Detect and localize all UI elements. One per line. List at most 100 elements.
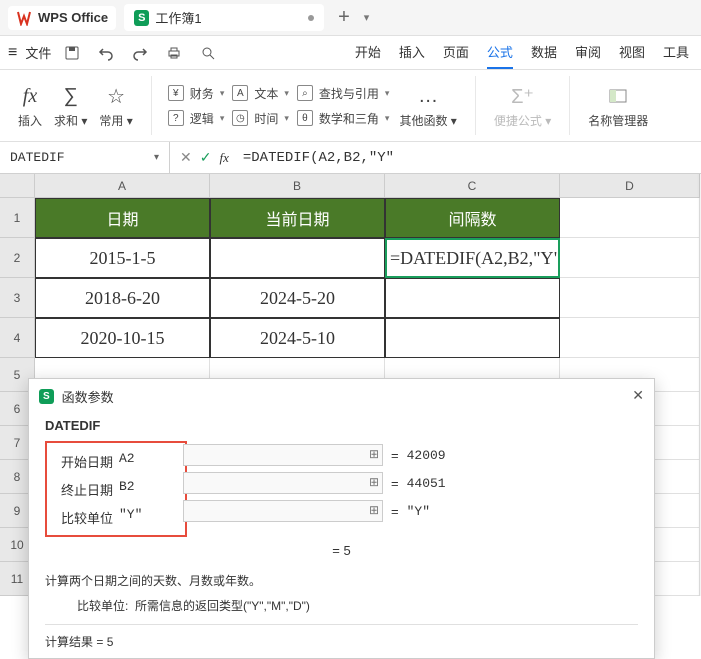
insert-function-button[interactable]: fx 插入 (12, 82, 48, 129)
row-header-4[interactable]: 4 (0, 318, 35, 358)
range-picker-icon[interactable]: ⊞ (369, 475, 379, 489)
row-header-3[interactable]: 3 (0, 278, 35, 318)
col-header-B[interactable]: B (210, 174, 385, 198)
cell[interactable] (385, 278, 560, 318)
logic-button[interactable]: ?逻辑▾ (164, 108, 229, 129)
wps-icon (16, 10, 32, 26)
finance-button[interactable]: ¥财务▾ (164, 83, 229, 104)
fx-label-icon[interactable]: fx (219, 150, 228, 166)
tab-data[interactable]: 数据 (531, 36, 557, 69)
logic-icon: ? (168, 110, 184, 126)
sum-button[interactable]: ∑ 求和 ▾ (48, 82, 93, 129)
table-header[interactable]: 当前日期 (210, 198, 385, 238)
clock-icon: ◷ (232, 110, 248, 126)
menubar: ≡ 文件 开始 插入 页面 公式 数据 审阅 视图 工具 (0, 36, 701, 70)
cancel-formula-icon[interactable]: ✕ (180, 149, 192, 166)
redo-icon[interactable] (127, 40, 153, 66)
name-box[interactable]: DATEDIF ▾ (0, 142, 170, 173)
sigma-plus-icon: Σ⁺ (511, 82, 534, 110)
tab-review[interactable]: 审阅 (575, 36, 601, 69)
tab-view[interactable]: 视图 (619, 36, 645, 69)
range-picker-icon[interactable]: ⊞ (369, 447, 379, 461)
doc-tab[interactable]: S 工作簿1 (124, 4, 324, 31)
param-input-end[interactable] (183, 472, 383, 494)
cell[interactable]: 2020-10-15 (35, 318, 210, 358)
calc-result-label: 计算结果 = (45, 635, 107, 649)
param-value: 42009 (407, 448, 446, 463)
text-button[interactable]: A文本▾ (228, 83, 293, 104)
hamburger-icon[interactable]: ≡ (8, 44, 17, 62)
file-menu[interactable]: 文件 (25, 43, 51, 62)
datetime-button[interactable]: ◷时间▾ (228, 108, 293, 129)
table-header[interactable]: 间隔数 (385, 198, 560, 238)
cell[interactable] (560, 318, 700, 358)
toolbar: fx 插入 ∑ 求和 ▾ ☆ 常用 ▾ ¥财务▾ ?逻辑▾ A文本▾ ◷时间▾ … (0, 70, 701, 142)
col-header-D[interactable]: D (560, 174, 700, 198)
tab-menu-chevron-icon[interactable]: ▾ (364, 11, 370, 24)
cell[interactable] (560, 238, 700, 278)
ribbon-tabs: 开始 插入 页面 公式 数据 审阅 视图 工具 (355, 36, 701, 69)
param-label: 终止日期 (53, 480, 113, 499)
calc-result-value: 5 (107, 635, 114, 649)
table-header[interactable]: 日期 (35, 198, 210, 238)
function-arguments-dialog[interactable]: S 函数参数 ✕ DATEDIF 开始日期A2 终止日期B2 比较单位"Y" ⊞… (28, 378, 655, 659)
doc-name: 工作簿1 (155, 8, 201, 27)
tab-insert[interactable]: 插入 (399, 36, 425, 69)
param-label: 开始日期 (53, 452, 113, 471)
text-icon: A (232, 85, 248, 101)
param-value: 44051 (407, 476, 446, 491)
function-description: 计算两个日期之间的天数、月数或年数。 (45, 572, 638, 589)
cell[interactable] (560, 278, 700, 318)
param-arg: "Y" (119, 507, 179, 527)
col-header-C[interactable]: C (385, 174, 560, 198)
cell[interactable] (560, 198, 700, 238)
dialog-title-text: 函数参数 (62, 387, 114, 406)
cell[interactable]: 2024-5-20 (210, 278, 385, 318)
common-button[interactable]: ☆ 常用 ▾ (93, 82, 138, 129)
print-preview-icon[interactable] (195, 40, 221, 66)
row-header-2[interactable]: 2 (0, 238, 35, 278)
save-icon[interactable] (59, 40, 85, 66)
tab-page[interactable]: 页面 (443, 36, 469, 69)
cell[interactable]: 2024-5-10 (210, 318, 385, 358)
chevron-down-icon[interactable]: ▾ (154, 152, 159, 164)
formula-bar: DATEDIF ▾ ✕ ✓ fx =DATEDIF(A2,B2,"Y" (0, 142, 701, 174)
select-all-corner[interactable] (0, 174, 35, 198)
param-help-label: 比较单位: (77, 599, 128, 613)
cell[interactable]: 2018-6-20 (35, 278, 210, 318)
dialog-titlebar[interactable]: S 函数参数 (29, 379, 654, 414)
math-icon: θ (297, 110, 313, 126)
param-value: "Y" (407, 504, 430, 519)
sheet-icon: S (134, 10, 149, 26)
cell[interactable] (385, 318, 560, 358)
tab-tools[interactable]: 工具 (663, 36, 689, 69)
cell[interactable] (210, 238, 385, 278)
preview-result: = 5 (45, 537, 638, 564)
print-icon[interactable] (161, 40, 187, 66)
param-help-text: 所需信息的返回类型("Y","M","D") (135, 599, 310, 613)
params-highlight-box: 开始日期A2 终止日期B2 比较单位"Y" (45, 441, 187, 537)
confirm-formula-icon[interactable]: ✓ (200, 149, 212, 166)
app-logo: WPS Office (8, 6, 116, 30)
lookup-button[interactable]: ⌕查找与引用▾ (293, 83, 394, 104)
lookup-icon: ⌕ (297, 85, 313, 101)
param-input-start[interactable] (183, 444, 383, 466)
math-trig-button[interactable]: θ数学和三角▾ (293, 108, 394, 129)
param-input-unit[interactable] (183, 500, 383, 522)
row-header-1[interactable]: 1 (0, 198, 35, 238)
param-label: 比较单位 (53, 508, 113, 527)
col-header-A[interactable]: A (35, 174, 210, 198)
tab-formula[interactable]: 公式 (487, 36, 513, 69)
active-cell[interactable]: =DATEDIF(A2,B2,"Y" (385, 238, 560, 278)
cell[interactable]: 2015-1-5 (35, 238, 210, 278)
tab-start[interactable]: 开始 (355, 36, 381, 69)
range-picker-icon[interactable]: ⊞ (369, 503, 379, 517)
close-icon[interactable]: ✕ (632, 387, 644, 404)
app-name: WPS Office (38, 10, 108, 25)
new-tab-button[interactable]: + (332, 6, 356, 29)
more-functions-button[interactable]: … 其他函数 ▾ (393, 82, 462, 129)
undo-icon[interactable] (93, 40, 119, 66)
formula-input[interactable]: =DATEDIF(A2,B2,"Y" (239, 150, 701, 166)
name-manager-button[interactable]: 名称管理器 (582, 82, 654, 129)
param-arg: A2 (119, 451, 179, 471)
